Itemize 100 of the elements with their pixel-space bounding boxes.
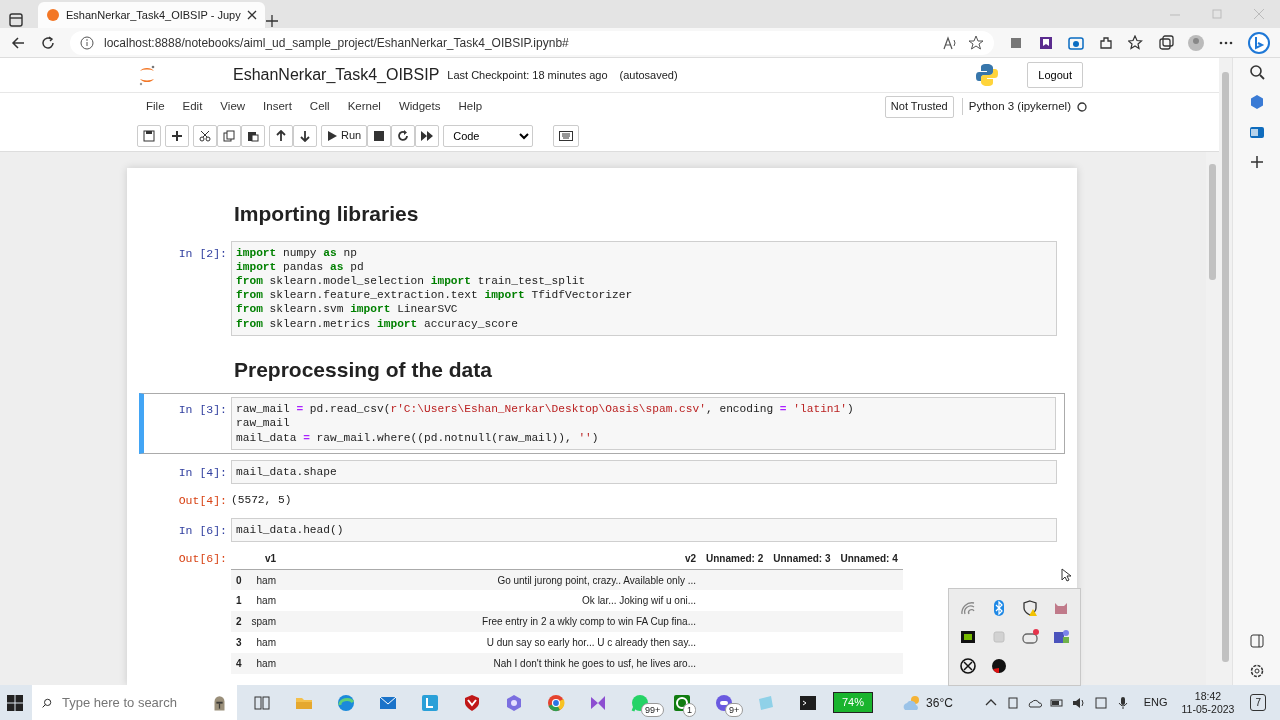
scrollbar-thumb[interactable]: [1222, 72, 1229, 662]
notification-count[interactable]: 7: [1250, 694, 1266, 711]
extensions-icon[interactable]: [1098, 34, 1114, 51]
row-index: 1: [231, 590, 247, 612]
output-text: (5572, 5): [231, 493, 293, 509]
code-input[interactable]: mail_data.head(): [231, 518, 1057, 543]
fast-forward-icon[interactable]: [421, 129, 434, 142]
notification-badge: 99+: [641, 702, 665, 717]
menu-item[interactable]: Help: [449, 97, 492, 116]
chip-icon[interactable]: [959, 628, 978, 646]
letter-tile-icon[interactable]: [420, 692, 440, 713]
scrollbar-thumb[interactable]: [1209, 164, 1216, 280]
plus-icon[interactable]: [171, 129, 183, 142]
xbox-circle-icon[interactable]: [959, 657, 978, 676]
hexagon-icon[interactable]: [1248, 94, 1265, 110]
save-icon[interactable]: [143, 129, 155, 142]
controller-icon[interactable]: [1020, 628, 1039, 646]
search-field[interactable]: Type here to search: [62, 692, 202, 713]
table-cell: spam: [246, 611, 281, 633]
output-prompt: Out[4]:: [177, 493, 228, 510]
chrome-icon[interactable]: [546, 692, 566, 713]
split-screen-icon[interactable]: [1248, 633, 1265, 649]
copilot-icon[interactable]: [1248, 31, 1270, 54]
cut-icon[interactable]: [199, 129, 211, 142]
table-cell: U dun say so early hor... U c already then say...: [281, 632, 701, 654]
people-icon[interactable]: [1051, 628, 1070, 646]
row-index: 3: [231, 632, 247, 654]
bookmark-icon[interactable]: [1038, 34, 1054, 51]
address-bar[interactable]: localhost:8888/notebooks/aiml_ud_sample_project/EshanNerkar_Task4_OIBSIP.ipynb#: [70, 30, 994, 55]
back-icon[interactable]: [10, 34, 26, 51]
input-prompt: In [6]:: [177, 523, 228, 540]
read-aloud-icon[interactable]: [942, 35, 958, 50]
menu-item[interactable]: Widgets: [389, 97, 450, 116]
code-input[interactable]: import numpy as np import pandas as pd from sklearn.model_selection import train_test_split from sklearn.feature_extraction.text import TfidfVectorizer from sklearn.svm import LinearSVC from sklearn.metrics import accuracy_score: [231, 240, 1057, 336]
settings-icon[interactable]: [1248, 663, 1265, 679]
new-tab-icon[interactable]: [264, 14, 279, 28]
input-prompt: In [3]:: [177, 402, 228, 419]
menu-item[interactable]: File: [137, 97, 174, 116]
star-add-icon[interactable]: [968, 34, 984, 51]
column-header: v2: [281, 548, 701, 570]
column-header: Unnamed: 3: [768, 548, 836, 570]
checkpoint-text: Last Checkpoint: 18 minutes ago: [447, 67, 608, 83]
logout-button[interactable]: Logout: [1027, 62, 1083, 88]
menu-item[interactable]: View: [211, 97, 255, 116]
round-app-icon[interactable]: [990, 657, 1009, 676]
clock-date[interactable]: 11-05-2023: [1181, 702, 1235, 716]
plus-icon[interactable]: [1248, 154, 1265, 170]
notebook-title[interactable]: EshanNerkar_Task4_OIBSIP: [233, 63, 440, 87]
section-heading: Importing libraries: [233, 201, 420, 227]
tab-list-icon[interactable]: [8, 12, 24, 28]
table-cell: Ok lar... Joking wif u oni...: [281, 590, 701, 612]
arrow-down-icon[interactable]: [299, 129, 311, 142]
paste-icon[interactable]: [247, 129, 259, 142]
mouse-cursor-icon: [1061, 568, 1071, 582]
favorites-icon[interactable]: [1128, 34, 1144, 51]
device-icon[interactable]: [1005, 695, 1020, 710]
column-header: Unnamed: 2: [701, 548, 769, 570]
menu-item[interactable]: Cell: [300, 97, 339, 116]
browser-tab[interactable]: EshanNerkar_Task4_OIBSIP - Jupy: [38, 2, 265, 28]
menu-item[interactable]: Kernel: [338, 97, 390, 116]
selected-cell-frame[interactable]: In [3]: raw_mail = pd.read_csv(r'C:\Users\Eshan_Nerkar\Desktop\Oasis\spam.csv', encoding = 'latin1') raw_mail mail_data = raw_mail.where((pd.notnull(raw_mail)), ''): [139, 393, 1065, 454]
copy-icon[interactable]: [223, 129, 235, 142]
collections-icon[interactable]: [1158, 34, 1174, 51]
row-index: 4: [231, 653, 247, 675]
arrow-up-icon[interactable]: [275, 129, 287, 142]
restart-icon[interactable]: [397, 129, 410, 142]
profile-icon[interactable]: [1188, 34, 1204, 51]
cell-type-select[interactable]: Code: [443, 124, 534, 147]
shield-icon[interactable]: [462, 692, 482, 713]
kernel-name[interactable]: Python 3 (ipykernel): [961, 97, 1077, 116]
search-bar[interactable]: Type here to search: [32, 685, 237, 720]
stop-icon[interactable]: [373, 129, 386, 142]
notification-badge: 9+: [725, 702, 744, 717]
section-heading: Preprocessing of the data: [233, 356, 493, 383]
row-index: 2: [231, 611, 247, 633]
trust-indicator[interactable]: Not Trusted: [884, 95, 954, 118]
jupyter-logo-icon: [137, 64, 157, 86]
output-prompt: Out[6]:: [177, 551, 228, 568]
autosave-status: (autosaved): [619, 67, 678, 83]
code-input[interactable]: raw_mail = pd.read_csv(r'C:\Users\Eshan_Nerkar\Desktop\Oasis\spam.csv', encoding = 'latin1') raw_mail mail_data = raw_mail.where((pd.notnull(raw_mail)), ''): [231, 397, 1056, 450]
run-button[interactable]: Run: [321, 124, 368, 147]
windows-start-icon[interactable]: [6, 693, 24, 712]
clock-time[interactable]: 18:42: [1194, 689, 1222, 703]
search-icon[interactable]: [1248, 64, 1265, 80]
row-index: 0: [231, 569, 247, 591]
input-prompt: In [2]:: [177, 245, 228, 262]
temperature-text: 36°C: [926, 694, 953, 712]
menu-item[interactable]: Edit: [173, 97, 212, 116]
close-icon[interactable]: [246, 10, 257, 20]
keyboard-icon[interactable]: [559, 130, 574, 141]
shield-warning-icon[interactable]: [1020, 598, 1039, 617]
reload-icon[interactable]: [40, 34, 56, 51]
table-cell: Go until jurong point, crazy.. Available only ...: [281, 569, 701, 591]
menu-item[interactable]: Insert: [254, 97, 301, 116]
language-indicator[interactable]: ENG: [1143, 694, 1168, 711]
speaker-icon[interactable]: [1071, 695, 1086, 710]
browser-icon[interactable]: [336, 692, 356, 713]
camera-icon[interactable]: [1068, 34, 1084, 51]
code-input[interactable]: mail_data.shape: [231, 459, 1057, 485]
input-prompt: In [4]:: [177, 464, 228, 481]
